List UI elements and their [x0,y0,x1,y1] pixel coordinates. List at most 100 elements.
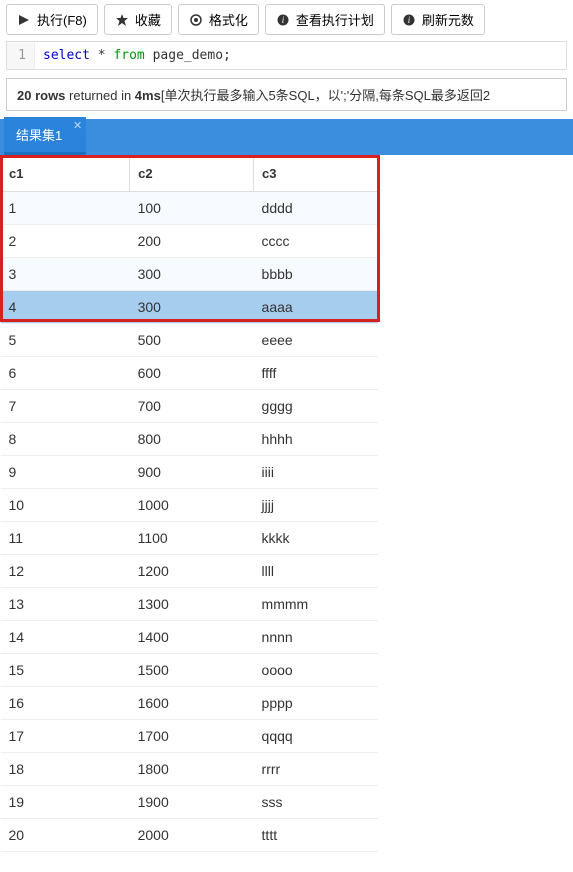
table-cell[interactable]: 200 [130,225,254,258]
table-header-row: c1 c2 c3 [1,156,378,192]
table-row[interactable]: 6600ffff [1,357,378,390]
table-row[interactable]: 4300aaaa [1,291,378,324]
table-cell[interactable]: 1300 [130,588,254,621]
table-cell[interactable]: 20 [1,819,130,852]
table-cell[interactable]: rrrr [254,753,378,786]
table-cell[interactable]: llll [254,555,378,588]
table-cell[interactable]: 14 [1,621,130,654]
table-cell[interactable]: 300 [130,258,254,291]
explain-button[interactable]: i 查看执行计划 [265,4,385,35]
table-cell[interactable]: ffff [254,357,378,390]
play-icon [17,13,31,27]
table-row[interactable]: 1100dddd [1,192,378,225]
table-cell[interactable]: tttt [254,819,378,852]
tab-resultset[interactable]: 结果集1 ✕ [4,117,86,155]
table-cell[interactable]: dddd [254,192,378,225]
table-cell[interactable]: 1700 [130,720,254,753]
explain-label: 查看执行计划 [296,10,374,29]
table-cell[interactable]: 8 [1,423,130,456]
status-note: [单次执行最多输入5条SQL，以';'分隔,每条SQL最多返回2 [161,88,490,103]
table-row[interactable]: 202000tttt [1,819,378,852]
table-cell[interactable]: 1100 [130,522,254,555]
table-cell[interactable]: 1000 [130,489,254,522]
table-cell[interactable]: 1400 [130,621,254,654]
table-cell[interactable]: 2 [1,225,130,258]
table-cell[interactable]: 19 [1,786,130,819]
column-header[interactable]: c3 [254,156,378,192]
table-cell[interactable]: oooo [254,654,378,687]
table-cell[interactable]: 10 [1,489,130,522]
table-row[interactable]: 131300mmmm [1,588,378,621]
table-cell[interactable]: 16 [1,687,130,720]
table-cell[interactable]: 7 [1,390,130,423]
favorite-button[interactable]: 收藏 [104,4,172,35]
table-cell[interactable]: gggg [254,390,378,423]
table-cell[interactable]: 1 [1,192,130,225]
column-header[interactable]: c2 [130,156,254,192]
table-row[interactable]: 191900sss [1,786,378,819]
table-row[interactable]: 151500oooo [1,654,378,687]
toolbar: 执行(F8) 收藏 格式化 i 查看执行计划 i 刷新元数 [0,0,573,39]
refresh-button[interactable]: i 刷新元数 [391,4,485,35]
table-cell[interactable]: 300 [130,291,254,324]
close-icon[interactable]: ✕ [73,119,82,132]
table-cell[interactable]: 1900 [130,786,254,819]
table-cell[interactable]: 11 [1,522,130,555]
table-cell[interactable]: 800 [130,423,254,456]
table-cell[interactable]: 4 [1,291,130,324]
table-cell[interactable]: 2000 [130,819,254,852]
table-cell[interactable]: 100 [130,192,254,225]
sql-text: * [90,48,113,63]
table-cell[interactable]: bbbb [254,258,378,291]
table-row[interactable]: 161600pppp [1,687,378,720]
table-row[interactable]: 171700qqqq [1,720,378,753]
column-header[interactable]: c1 [1,156,130,192]
table-row[interactable]: 181800rrrr [1,753,378,786]
table-cell[interactable]: sss [254,786,378,819]
table-cell[interactable]: 13 [1,588,130,621]
table-cell[interactable]: 1600 [130,687,254,720]
table-row[interactable]: 8800hhhh [1,423,378,456]
table-row[interactable]: 101000jjjj [1,489,378,522]
table-cell[interactable]: 3 [1,258,130,291]
table-cell[interactable]: 9 [1,456,130,489]
table-cell[interactable]: iiii [254,456,378,489]
table-cell[interactable]: hhhh [254,423,378,456]
table-cell[interactable]: 600 [130,357,254,390]
info-icon: i [276,13,290,27]
table-cell[interactable]: 5 [1,324,130,357]
table-cell[interactable]: 15 [1,654,130,687]
table-row[interactable]: 9900iiii [1,456,378,489]
format-button[interactable]: 格式化 [178,4,259,35]
table-cell[interactable]: cccc [254,225,378,258]
table-row[interactable]: 2200cccc [1,225,378,258]
table-row[interactable]: 121200llll [1,555,378,588]
table-cell[interactable]: 1500 [130,654,254,687]
table-cell[interactable]: 1800 [130,753,254,786]
table-row[interactable]: 5500eeee [1,324,378,357]
table-cell[interactable]: aaaa [254,291,378,324]
table-row[interactable]: 111100kkkk [1,522,378,555]
table-cell[interactable]: qqqq [254,720,378,753]
table-row[interactable]: 3300bbbb [1,258,378,291]
table-cell[interactable]: 900 [130,456,254,489]
sql-editor[interactable]: 1 select * from page_demo; [6,41,567,70]
table-cell[interactable]: mmmm [254,588,378,621]
table-cell[interactable]: 700 [130,390,254,423]
table-cell[interactable]: 6 [1,357,130,390]
tabs-bar: 结果集1 ✕ [0,119,573,155]
table-cell[interactable]: eeee [254,324,378,357]
table-row[interactable]: 7700gggg [1,390,378,423]
execute-button[interactable]: 执行(F8) [6,4,98,35]
table-cell[interactable]: 18 [1,753,130,786]
table-cell[interactable]: nnnn [254,621,378,654]
table-cell[interactable]: 12 [1,555,130,588]
table-row[interactable]: 141400nnnn [1,621,378,654]
table-cell[interactable]: pppp [254,687,378,720]
table-cell[interactable]: jjjj [254,489,378,522]
table-cell[interactable]: kkkk [254,522,378,555]
table-cell[interactable]: 500 [130,324,254,357]
code-content[interactable]: select * from page_demo; [35,42,566,69]
table-cell[interactable]: 1200 [130,555,254,588]
table-cell[interactable]: 17 [1,720,130,753]
